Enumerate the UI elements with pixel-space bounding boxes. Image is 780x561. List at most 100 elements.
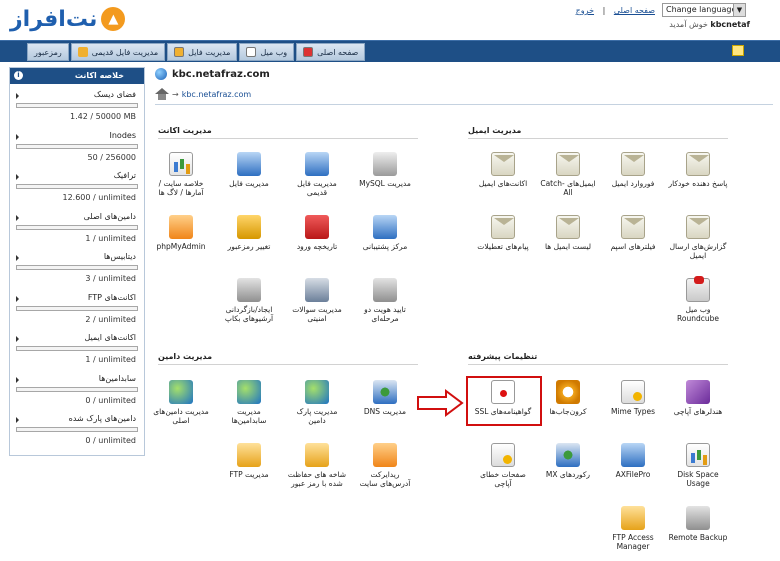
protected-dir-icon [305, 443, 329, 467]
tile-label: فیلترهای اسپم [610, 242, 656, 251]
tile-label: لیست ایمیل ها [544, 242, 592, 251]
cron-icon [556, 380, 580, 404]
tile-label: تغییر رمزعبور [227, 242, 271, 251]
forwarder-icon [621, 152, 645, 176]
tile-axfilepro[interactable]: AXFilePro [603, 443, 663, 479]
notes-icon[interactable] [732, 45, 744, 56]
tile-label: phpMyAdmin [156, 242, 206, 251]
stat-label: اکانت‌های ایمیل [84, 333, 136, 342]
home-link[interactable]: صفحه اصلی [614, 6, 655, 15]
tile-domain[interactable]: مدیریت دامین‌های اصلی [151, 380, 211, 425]
home-icon [303, 47, 314, 57]
welcome-message: kbcnetaf خوش آمدید [669, 20, 750, 29]
tile-mx-records[interactable]: رکوردهای MX [538, 443, 598, 479]
tile-spam-filter[interactable]: فیلترهای اسپم [603, 215, 663, 251]
welcome-user: kbcnetaf [710, 20, 750, 29]
chevron-down-icon[interactable]: ▼ [733, 4, 745, 16]
tile-label: مدیریت سوالات امنیتی [292, 305, 342, 323]
tile-cron[interactable]: کرون‌جاب‌ها [538, 380, 598, 416]
stat-progress-bar [16, 265, 138, 270]
tile-forwarder[interactable]: فوروارد ایمیل [603, 152, 663, 188]
summary-stat: دیتابیس‌ها 3 / unlimited [10, 246, 144, 287]
annotation-arrow-icon [417, 389, 464, 417]
language-select[interactable]: Change language... ▼ [662, 3, 746, 17]
tile-dns[interactable]: مدیریت DNS [355, 380, 415, 416]
ftp-access-icon [621, 506, 645, 530]
summary-stat: ترافیک 12.600 / unlimited [10, 165, 144, 206]
stat-arrow-icon [16, 376, 19, 383]
home-icon[interactable] [155, 88, 169, 100]
email-accounts-icon [491, 152, 515, 176]
axfilepro-icon [621, 443, 645, 467]
tab-old-file-manager-label: مدیریت فایل قدیمی [91, 47, 159, 57]
tab-webmail[interactable]: وب میل [239, 43, 295, 61]
nav-tabs: رمزعبور مدیریت فایل قدیمی مدیریت فایل وب … [27, 43, 367, 61]
tile-apache-handler[interactable]: هندلرهای آپاچی [668, 380, 728, 416]
tile-phpmyadmin[interactable]: phpMyAdmin [151, 215, 211, 251]
disk-usage-icon [686, 443, 710, 467]
tile-backup[interactable]: ایجاد/بازگردانی آرشیوهای بکاپ [219, 278, 279, 323]
tab-old-file-manager[interactable]: مدیریت فایل قدیمی [70, 43, 166, 61]
tile-two-factor[interactable]: تایید هویت دو مرحله‌ای [355, 278, 415, 323]
tile-mailing-list[interactable]: لیست ایمیل ها [538, 215, 598, 251]
tile-delivery-report[interactable]: گزارش‌های ارسال ایمیل [668, 215, 728, 260]
tile-file-manager[interactable]: مدیریت فایل [219, 152, 279, 188]
catch-all-icon [556, 152, 580, 176]
tile-webmail[interactable]: وب میل Roundcube [668, 276, 728, 323]
stat-arrow-icon [16, 295, 19, 302]
summary-stat: دامین‌های پارک شده 0 / unlimited [10, 408, 144, 449]
tile-ftp[interactable]: مدیریت FTP [219, 443, 279, 479]
tile-error-pages[interactable]: صفحات خطای آپاچی [473, 443, 533, 488]
tile-catch-all[interactable]: ایمیل‌های Catch-All [538, 152, 598, 197]
tile-label: تاریخچه ورود [296, 242, 338, 251]
stat-label: ترافیک [113, 171, 136, 180]
logo-icon: ▲ [101, 7, 126, 31]
dns-icon [373, 380, 397, 404]
tile-label: خلاصه سایت / آمارها / لاگ ها [158, 179, 204, 197]
breadcrumb-domain-link[interactable]: kbc.netafraz.com [182, 90, 252, 99]
tile-login-history[interactable]: تاریخچه ورود [287, 215, 347, 251]
section-divider [158, 138, 418, 139]
summary-stat: اکانت‌های ایمیل 1 / unlimited [10, 327, 144, 368]
divider [155, 104, 773, 105]
tile-park-domain[interactable]: مدیریت پارک دامین [287, 380, 347, 425]
tile-disk-usage[interactable]: Disk Space Usage [668, 443, 728, 488]
tile-lock[interactable]: تغییر رمزعبور [219, 215, 279, 251]
tile-database[interactable]: مدیریت MySQL [355, 152, 415, 188]
logo[interactable]: نت‌افراز ▲ [10, 4, 126, 34]
redirect-icon [373, 443, 397, 467]
tile-autoresponder[interactable]: پاسخ دهنده خودکار [668, 152, 728, 188]
section-title-domain: مدیریت دامین [158, 352, 213, 361]
summary-stat: سابدامین‌ها 0 / unlimited [10, 368, 144, 409]
tile-label: کرون‌جاب‌ها [549, 407, 587, 416]
tile-shield[interactable]: مدیریت سوالات امنیتی [287, 278, 347, 323]
tile-vacation[interactable]: پیام‌های تعطیلات [473, 215, 533, 251]
tile-redirect[interactable]: ریدایرکت آدرس‌های سایت [355, 443, 415, 488]
folder-icon [174, 47, 185, 57]
tile-label: مدیریت دامین‌های اصلی [153, 407, 209, 425]
summary-stat: Inodes 50 / 256000 [10, 125, 144, 166]
tile-label: تایید هویت دو مرحله‌ای [364, 305, 406, 323]
tile-ftp-access[interactable]: FTP Access Manager [603, 506, 663, 551]
tile-email-accounts[interactable]: اکانت‌های ایمیل [473, 152, 533, 188]
tile-label: ریدایرکت آدرس‌های سایت [359, 470, 411, 488]
tab-file-manager[interactable]: مدیریت فایل [167, 43, 238, 61]
tab-home[interactable]: صفحه اصلی [296, 43, 366, 61]
tile-protected-dir[interactable]: شاخه های حفاظت شده با رمز عبور [287, 443, 347, 488]
tile-stats[interactable]: خلاصه سایت / آمارها / لاگ ها [151, 152, 211, 197]
stat-value: 12.600 / unlimited [62, 193, 136, 202]
stat-label: دیتابیس‌ها [103, 252, 136, 261]
stat-value: 0 / unlimited [85, 436, 136, 445]
logout-link[interactable]: خروج [576, 6, 594, 15]
tile-support[interactable]: مرکز پشتیبانی [355, 215, 415, 251]
section-title-advanced: تنظیمات پیشرفته [468, 352, 538, 361]
summary-stat: اکانت‌های FTP 2 / unlimited [10, 287, 144, 328]
tile-subdomain[interactable]: مدیریت سابدامین‌ها [219, 380, 279, 425]
database-icon [373, 152, 397, 176]
stat-arrow-icon [16, 417, 19, 423]
tile-remote-backup[interactable]: Remote Backup [668, 506, 728, 542]
tab-password[interactable]: رمزعبور [27, 43, 69, 61]
stat-arrow-icon [16, 214, 19, 221]
tile-mime-types[interactable]: Mime Types [603, 380, 663, 416]
tile-old-file-manager[interactable]: مدیریت فایل قدیمی [287, 152, 347, 197]
